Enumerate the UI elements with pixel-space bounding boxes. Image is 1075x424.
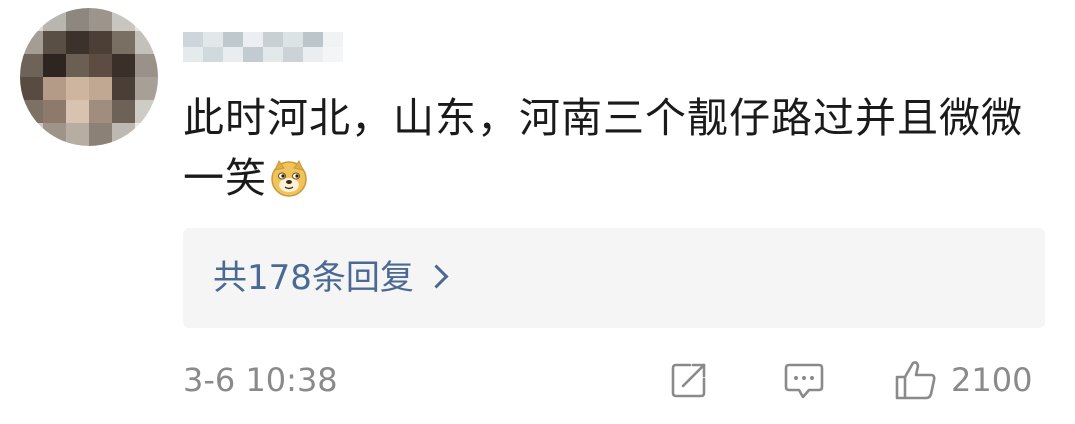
like-count: 2100 xyxy=(951,361,1033,399)
replies-panel[interactable]: 共178条回复 xyxy=(183,228,1045,328)
thumbs-up-icon xyxy=(895,361,936,400)
comment-text: 此时河北，山东，河南三个靓仔路过并且微微一笑 xyxy=(183,88,1053,208)
share-button[interactable] xyxy=(668,356,710,404)
comment-body: 此时河北，山东，河南三个靓仔路过并且微微一笑 xyxy=(183,94,1023,202)
replies-count-label: 共178条回复 xyxy=(213,258,414,298)
share-icon xyxy=(671,363,706,398)
avatar[interactable] xyxy=(20,8,158,146)
like-button[interactable]: 2100 xyxy=(893,356,1032,404)
timestamp: 3-6 10:38 xyxy=(183,361,338,399)
comment-button[interactable] xyxy=(782,356,826,404)
chevron-right-icon xyxy=(424,264,449,289)
comment-icon xyxy=(784,363,824,399)
view-replies-link[interactable]: 共178条回复 xyxy=(213,254,449,302)
doge-icon xyxy=(271,159,307,197)
username[interactable] xyxy=(183,32,343,62)
